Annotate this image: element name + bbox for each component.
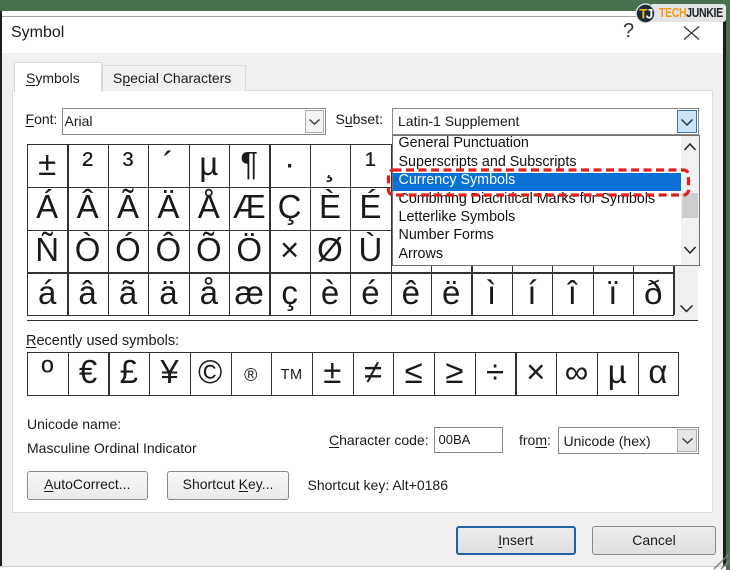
svg-text:J: J	[645, 6, 653, 21]
